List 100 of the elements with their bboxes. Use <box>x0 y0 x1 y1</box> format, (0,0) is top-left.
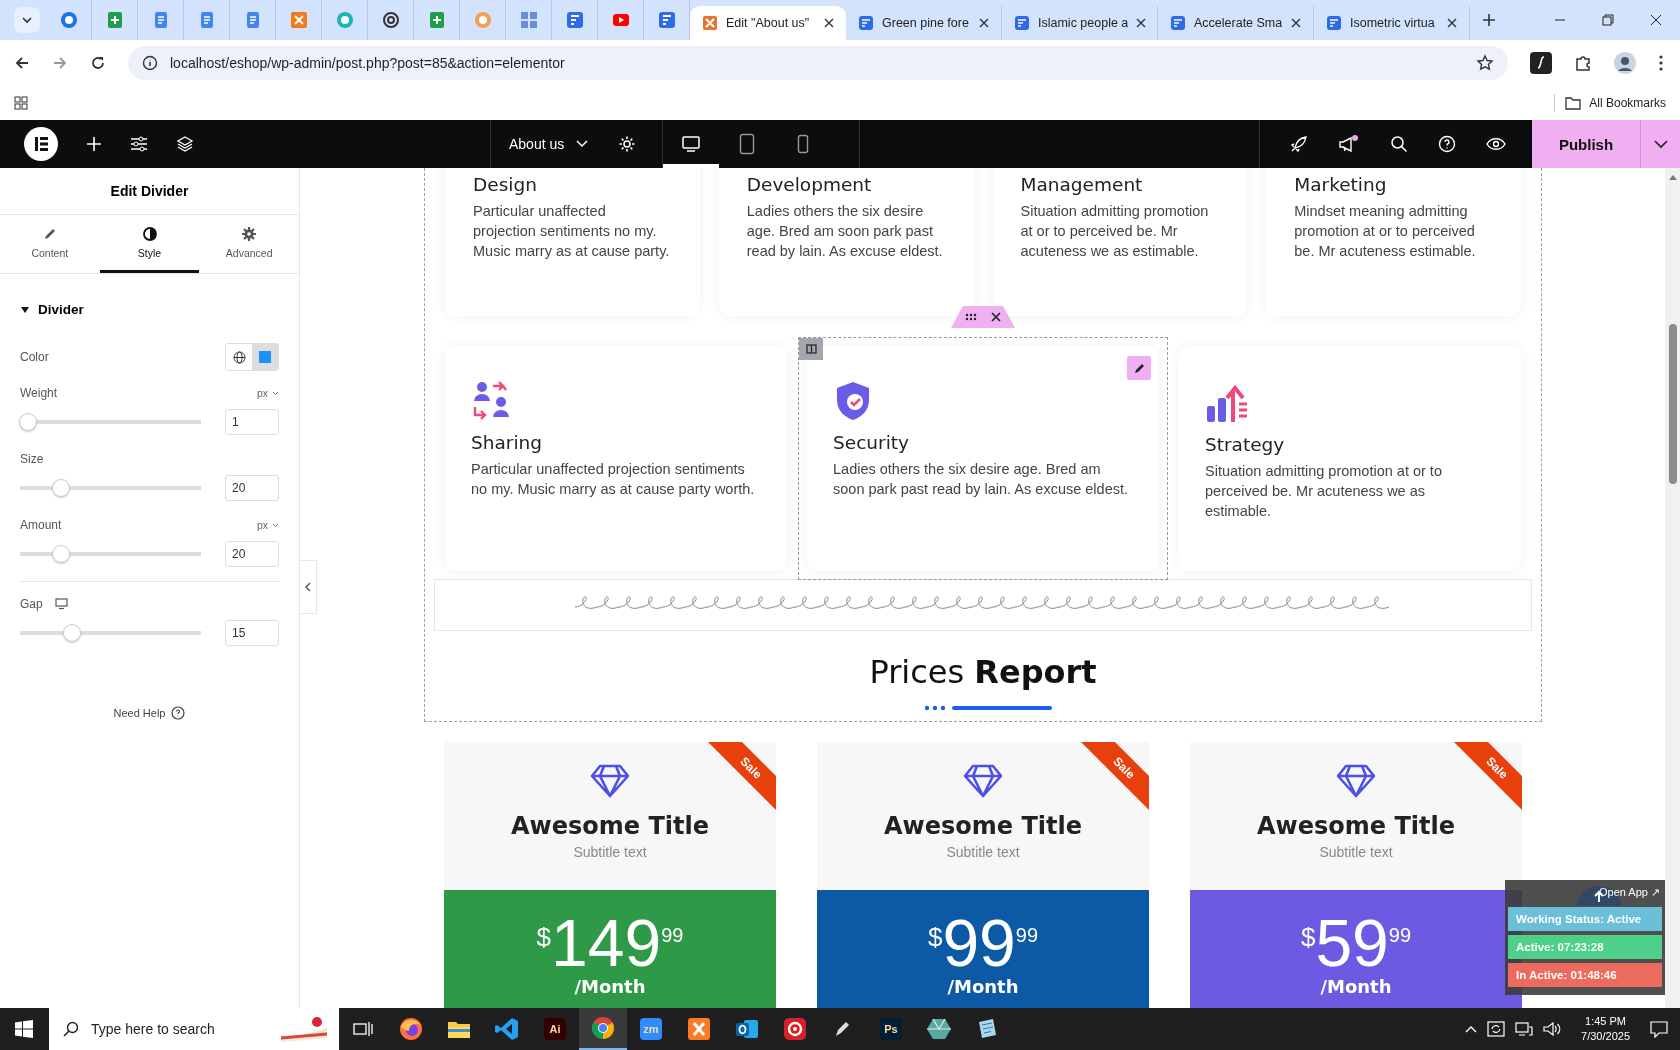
feature-text: Particular unaffected projection sentiments no my. Music marry as at cause party worth. <box>471 460 756 499</box>
number-input[interactable]: 15 <box>225 620 279 646</box>
unit-selector[interactable]: px <box>256 387 279 399</box>
task-view-icon[interactable] <box>353 1020 373 1038</box>
control-label: Weight <box>20 386 58 400</box>
price-cents: 99 <box>1388 924 1412 946</box>
page-selector[interactable]: About us <box>509 136 589 152</box>
add-icon[interactable] <box>86 136 102 152</box>
app-icon[interactable]: Ps <box>880 1018 902 1040</box>
mail-app-icon[interactable] <box>735 1018 759 1040</box>
taskbar-search-field[interactable]: Type here to search <box>49 1008 339 1050</box>
sync-icon[interactable] <box>1487 1021 1506 1037</box>
code-editor-icon[interactable] <box>495 1017 519 1041</box>
star-icon[interactable] <box>1476 54 1494 72</box>
browser-tab[interactable]: Islamic people a <box>1002 6 1158 40</box>
color-picker-button[interactable] <box>252 344 278 370</box>
browser-icon[interactable] <box>591 1016 615 1040</box>
windows-start-icon[interactable] <box>15 1020 33 1038</box>
panel-tab[interactable]: Content <box>0 215 100 273</box>
settings-icon[interactable] <box>618 135 637 153</box>
section-toggle[interactable]: Divider <box>0 274 299 335</box>
desktop-icon[interactable] <box>54 598 68 610</box>
price-cents: 99 <box>661 924 684 947</box>
publish-button[interactable]: Publish <box>1532 120 1640 168</box>
close-icon[interactable] <box>1136 18 1147 28</box>
feature-text: Ladies others the six desire age. Bred am soon park past read by lain. As excuse eldest. <box>833 460 1129 499</box>
gem-icon[interactable] <box>927 1018 951 1040</box>
slider-thumb[interactable] <box>51 545 70 563</box>
browser-tab[interactable]: Edit "About us" <box>690 6 846 40</box>
edit-widget-button[interactable] <box>1127 356 1151 380</box>
column-handle[interactable] <box>799 338 823 360</box>
volume-icon[interactable] <box>1543 1021 1562 1037</box>
address-field[interactable]: localhost/eshop/wp-admin/post.php?post=85&action=elementor <box>128 46 1508 80</box>
network-icon[interactable] <box>1515 1021 1534 1037</box>
feature-title: Marketing <box>1294 174 1388 195</box>
tablet-icon <box>739 133 756 155</box>
reload-icon[interactable] <box>90 55 106 71</box>
notepad-icon[interactable] <box>976 1018 998 1040</box>
info-icon[interactable] <box>142 55 158 71</box>
control-label: Gap <box>20 597 43 611</box>
tab-search-button[interactable] <box>14 7 40 33</box>
scroll-up-icon[interactable] <box>1668 174 1677 180</box>
need-help-link[interactable]: Need Help <box>113 706 186 720</box>
unit-selector[interactable]: px <box>256 519 279 531</box>
browser-tab[interactable]: Green pine fore <box>846 6 1002 40</box>
drag-dots-icon[interactable] <box>965 313 979 321</box>
open-app-link[interactable]: Open App ↗ <box>1508 884 1662 903</box>
form-icon[interactable] <box>565 11 584 29</box>
apps-grid-icon[interactable] <box>14 96 28 110</box>
number-input[interactable]: 20 <box>225 475 279 501</box>
play-icon[interactable] <box>611 11 630 29</box>
close-icon[interactable] <box>1291 18 1301 28</box>
elementor-logo[interactable] <box>24 127 58 161</box>
layers-icon[interactable] <box>176 135 194 153</box>
spreadsheet-icon[interactable] <box>105 11 124 29</box>
number-input[interactable]: 20 <box>225 541 279 567</box>
price-period: /Month <box>1320 976 1392 997</box>
close-icon[interactable] <box>979 18 989 28</box>
contrast-icon <box>142 226 157 241</box>
rocket-icon[interactable] <box>1290 135 1308 153</box>
panel-tab[interactable]: Advanced <box>199 215 299 273</box>
number-input[interactable]: 1 <box>225 409 279 435</box>
extension-icon[interactable] <box>1530 52 1552 74</box>
cross-square-icon[interactable] <box>688 1018 710 1040</box>
close-icon[interactable] <box>991 312 1001 322</box>
puzzle-icon[interactable] <box>1574 54 1592 72</box>
clock-time[interactable]: 1:45 PM <box>1585 1014 1626 1029</box>
notifications-icon[interactable] <box>1650 1020 1668 1038</box>
feature-title: Development <box>746 174 873 195</box>
back-icon[interactable] <box>14 55 30 71</box>
forward-icon[interactable] <box>52 55 68 71</box>
close-icon[interactable] <box>824 18 834 28</box>
preview-eye-icon[interactable] <box>1486 137 1506 151</box>
browser-tab[interactable]: Isometric virtua <box>1314 6 1470 40</box>
close-icon[interactable] <box>1447 18 1457 28</box>
search-icon[interactable] <box>1390 135 1408 153</box>
all-bookmarks-button[interactable]: All Bookmarks <box>1565 96 1666 110</box>
chevron-up-icon[interactable] <box>1465 1025 1478 1033</box>
more-icon[interactable] <box>1658 54 1664 72</box>
help-icon[interactable] <box>1438 135 1456 153</box>
gear-icon <box>242 226 257 241</box>
form-icon[interactable] <box>657 11 676 29</box>
panel-tab[interactable]: Style <box>99 215 200 273</box>
slider-thumb[interactable] <box>51 479 70 497</box>
folder-icon[interactable] <box>447 1019 471 1039</box>
currency-symbol: $ <box>927 922 943 952</box>
slider-thumb[interactable] <box>63 624 81 642</box>
clock-date[interactable]: 7/30/2025 <box>1581 1029 1630 1044</box>
slider-thumb[interactable] <box>19 413 37 431</box>
app-icon[interactable]: Ai <box>544 1018 566 1040</box>
settings-sliders-icon[interactable] <box>130 136 148 152</box>
cross-square-icon[interactable] <box>289 11 308 29</box>
browser-tab[interactable]: Accelerate Sma <box>1158 6 1314 40</box>
spreadsheet-icon[interactable] <box>427 11 446 29</box>
caret-icon <box>272 522 279 528</box>
scrollbar-thumb[interactable] <box>1668 324 1677 484</box>
megaphone-icon[interactable] <box>1338 134 1360 154</box>
diamond-icon <box>590 764 630 798</box>
profile-avatar[interactable] <box>1614 52 1636 74</box>
price-amount: 149 <box>551 912 662 974</box>
